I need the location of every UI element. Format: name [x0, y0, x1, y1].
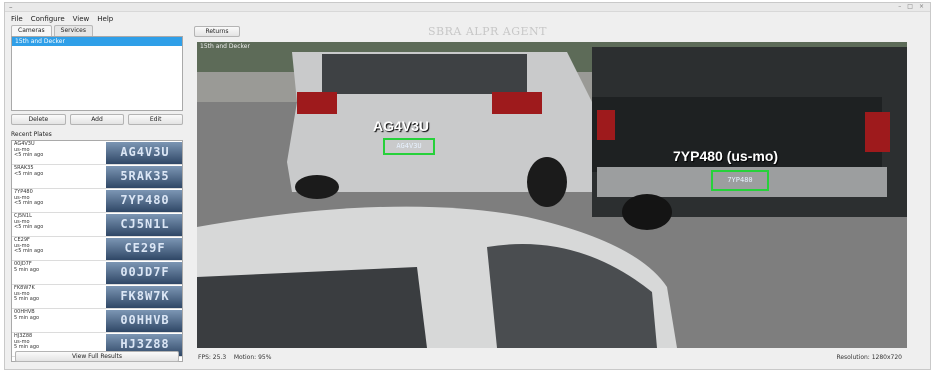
- close-icon[interactable]: ×: [919, 3, 924, 10]
- resolution-readout: Resolution: 1280x720: [836, 354, 902, 361]
- plate-thumbnail-text: 00HHVB: [120, 313, 170, 327]
- plate-thumbnail: 5RAK35: [106, 166, 182, 188]
- left-tabs: Cameras Services: [11, 25, 93, 36]
- plate-thumbnail: 00HHVB: [106, 310, 182, 332]
- plate-thumbnail: 00JD7F: [106, 262, 182, 284]
- window-menu-icon[interactable]: –: [9, 3, 13, 11]
- menu-help[interactable]: Help: [97, 15, 113, 23]
- plate-row[interactable]: 7YP480 us-mo <5 min ago 7YP480: [12, 189, 182, 213]
- edit-camera-button[interactable]: Edit: [128, 114, 184, 125]
- plate-time: 5 min ago: [14, 266, 40, 273]
- plate-thumbnail: 7YP480: [106, 190, 182, 212]
- left-panel: Cameras Services 15th and Decker Delete …: [9, 25, 185, 365]
- plate-time: <5 min ago: [14, 224, 44, 231]
- plate-row[interactable]: 00JD7F 5 min ago 00JD7F: [12, 261, 182, 285]
- camera-item-15th-and-decker[interactable]: 15th and Decker: [12, 37, 182, 46]
- detection-box[interactable]: 7YP480: [711, 170, 769, 191]
- menu-configure[interactable]: Configure: [31, 15, 65, 23]
- plate-time: <5 min ago: [14, 200, 44, 207]
- plate-thumbnail-text: HJ3Z88: [120, 337, 170, 351]
- silver-car-window: [322, 54, 527, 94]
- window-controls: – □ ×: [898, 3, 924, 10]
- maximize-icon[interactable]: □: [907, 3, 913, 10]
- plate-thumbnail-text: AG4V3U: [120, 145, 170, 159]
- plate-row[interactable]: CJ5N1L us-mo <5 min ago CJ5N1L: [12, 213, 182, 237]
- plate-thumbnail: FK8W7K: [106, 286, 182, 308]
- plate-thumbnail-text: 00JD7F: [120, 265, 170, 279]
- recent-plates-label: Recent Plates: [11, 131, 52, 138]
- motion-readout: Motion: 95%: [233, 354, 272, 361]
- detection-label: 7YP480 (us-mo): [673, 148, 779, 164]
- plate-time: 5 min ago: [14, 314, 40, 321]
- plate-row[interactable]: CE29F us-mo <5 min ago CE29F: [12, 237, 182, 261]
- minimize-icon[interactable]: –: [898, 3, 901, 10]
- camera-buttons: Delete Add Edit: [11, 114, 184, 125]
- camera-video-feed: 15th and Decker AG4V3U AG4V3U 7YP480 (us…: [197, 42, 907, 348]
- plate-row[interactable]: 5RAK35 <5 min ago 5RAK35: [12, 165, 182, 189]
- detection-plate-text: AG4V3U: [396, 142, 422, 150]
- plate-time: <5 min ago: [14, 152, 44, 159]
- status-left: FPS: 25.3 Motion: 95%: [198, 354, 271, 361]
- tab-cameras[interactable]: Cameras: [11, 25, 52, 36]
- plate-thumbnail: CJ5N1L: [106, 214, 182, 236]
- detection-label: AG4V3U: [373, 118, 430, 134]
- returns-button[interactable]: Returns: [194, 26, 240, 37]
- menu-bar: File Configure View Help: [5, 13, 113, 24]
- plate-time: <5 min ago: [14, 170, 44, 177]
- plate-thumbnail-text: 5RAK35: [120, 169, 170, 183]
- plate-thumbnail-text: 7YP480: [120, 193, 170, 207]
- view-full-results-button[interactable]: View Full Results: [15, 351, 179, 362]
- tab-services[interactable]: Services: [53, 25, 93, 36]
- plate-thumbnail-text: CE29F: [124, 241, 166, 255]
- menu-view[interactable]: View: [73, 15, 90, 23]
- plate-thumbnail: AG4V3U: [106, 142, 182, 164]
- plate-row[interactable]: AG4V3U us-mo <5 min ago AG4V3U: [12, 141, 182, 165]
- add-camera-button[interactable]: Add: [69, 114, 125, 125]
- plate-time: 5 min ago: [14, 296, 40, 303]
- delete-camera-button[interactable]: Delete: [11, 114, 66, 125]
- app-title: SBRA ALPR AGENT: [428, 25, 547, 38]
- plate-row[interactable]: FK8W7K us-mo 5 min ago FK8W7K: [12, 285, 182, 309]
- title-bar: – – □ ×: [5, 3, 930, 12]
- plate-row[interactable]: 00HHVB 5 min ago 00HHVB: [12, 309, 182, 333]
- plate-thumbnail-text: CJ5N1L: [120, 217, 170, 231]
- detection-plate-text: 7YP480: [727, 176, 753, 184]
- fps-readout: FPS: 25.3: [198, 354, 227, 361]
- detection-box[interactable]: AG4V3U: [383, 138, 435, 155]
- plate-time: 5 min ago: [14, 344, 40, 351]
- camera-list: 15th and Decker: [11, 36, 183, 111]
- menu-file[interactable]: File: [11, 15, 23, 23]
- plate-thumbnail-text: FK8W7K: [120, 289, 170, 303]
- video-camera-label: 15th and Decker: [200, 43, 250, 50]
- recent-plates-list: AG4V3U us-mo <5 min ago AG4V3U 5RAK35 <5…: [11, 140, 183, 362]
- video-scene: [197, 42, 907, 348]
- plate-time: <5 min ago: [14, 248, 44, 255]
- plate-thumbnail: CE29F: [106, 238, 182, 260]
